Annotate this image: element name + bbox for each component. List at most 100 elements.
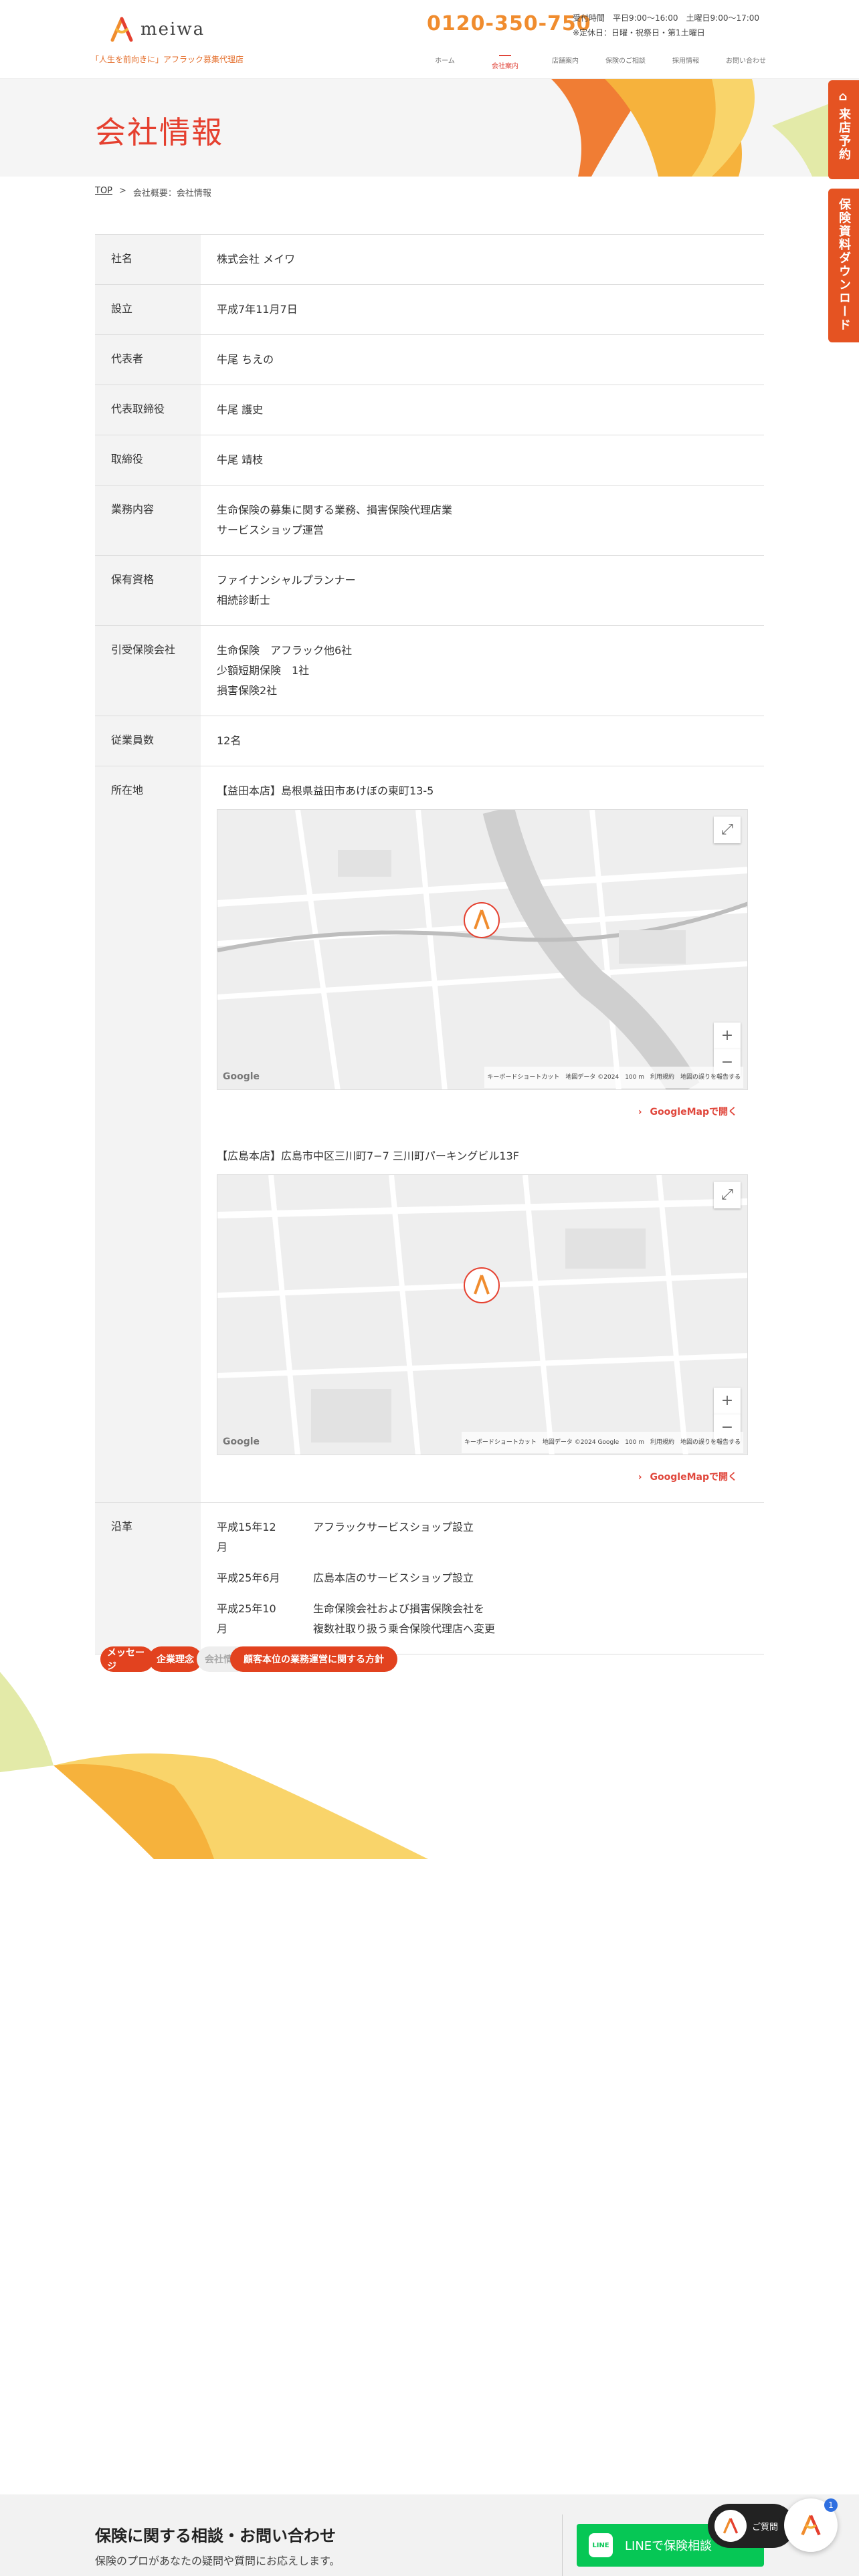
row-value-line: 損害保険2社 (217, 684, 278, 697)
table-row: 取締役 牛尾 靖枝 (95, 435, 764, 486)
row-value-line: 牛尾 靖枝 (217, 453, 264, 466)
row-value: 生命保険 アフラック他6社 少額短期保険 1社 損害保険2社 (201, 626, 764, 716)
row-value-line: 12名 (217, 734, 242, 747)
philosophy-button[interactable]: 企業理念 (149, 1646, 202, 1672)
zoom-in-icon[interactable]: + (714, 1388, 741, 1414)
logo-text: meiwa (140, 19, 205, 39)
history-item: 平成25年6月 広島本店のサービスショップ設立 (217, 1568, 748, 1588)
fullscreen-icon[interactable]: ⤢ (714, 1182, 741, 1208)
line-button-label: LINEで保険相談 (625, 2539, 712, 2553)
googlemap-link[interactable]: GoogleMapで開く (217, 1102, 737, 1122)
nav-recruit[interactable]: 採用情報 (656, 52, 716, 70)
row-label: 取締役 (95, 435, 201, 486)
table-row: 従業員数 12名 (95, 716, 764, 766)
nav-contact[interactable]: お問い合わせ (716, 52, 776, 70)
logo-mark-icon (107, 16, 136, 43)
page-hero: 会社情報 (0, 79, 859, 177)
history-text: 生命保険会社および損害保険会社を 複数社取り扱う乗合保険代理店へ変更 (313, 1599, 495, 1639)
line-icon: LINE (589, 2533, 613, 2557)
history-item: 平成15年12月 アフラックサービスショップ設立 (217, 1517, 748, 1558)
row-value-line: 生命保険 アフラック他6社 (217, 644, 353, 657)
row-value: 生命保険の募集に関する業務、損害保険代理店業 サービスショップ運営 (201, 486, 764, 556)
page-buttons: メッセージ 企業理念 会社情報 顧客本位の業務運営に関する方針 (100, 1646, 397, 1672)
row-label: 従業員数 (95, 716, 201, 766)
nav-consult[interactable]: 保険のご相談 (595, 52, 656, 70)
map-hiroshima[interactable]: ⤢ + − Google キーボードショートカット 地図データ ©2024 Go… (217, 1174, 748, 1455)
map-footer: キーボードショートカット 地図データ ©2024 Google 100 m 利用… (461, 1432, 743, 1453)
table-row: 保有資格 ファイナンシャルプランナー 相続診断士 (95, 555, 764, 626)
chat-logo-icon (801, 2514, 821, 2536)
hero-decoration (551, 79, 859, 177)
map-graphic (217, 1175, 747, 1455)
row-value-line: 少額短期保険 1社 (217, 664, 310, 677)
googlemap-link[interactable]: GoogleMapで開く (217, 1467, 737, 1487)
table-row: 代表者 牛尾 ちえの (95, 334, 764, 385)
nav-company[interactable]: 会社案内 (475, 52, 535, 70)
history-date: 平成25年6月 (217, 1572, 280, 1584)
nav-home[interactable]: ホーム (415, 52, 475, 70)
breadcrumb-top-link[interactable]: TOP (95, 186, 112, 199)
chat-prompt[interactable]: ご質問 (708, 2504, 795, 2548)
table-row: 代表取締役 牛尾 護史 (95, 385, 764, 435)
history-date: 平成15年12月 (217, 1521, 276, 1553)
customer-policy-button[interactable]: 顧客本位の業務運営に関する方針 (230, 1646, 397, 1672)
row-value: 12名 (201, 716, 764, 766)
home-icon: ⌂ (838, 90, 849, 104)
row-value-line: 牛尾 護史 (217, 403, 264, 416)
logo[interactable]: meiwa (107, 16, 205, 43)
chat-avatar-icon (714, 2510, 747, 2542)
visit-reservation-tab[interactable]: ⌂ 来店予約 (828, 80, 859, 179)
row-value-line: サービスショップ運営 (217, 524, 324, 536)
row-value-line: 生命保険の募集に関する業務、損害保険代理店業 (217, 504, 453, 516)
row-value: 平成7年11月7日 (201, 285, 764, 335)
company-info-table: 社名 株式会社 メイワ 設立 平成7年11月7日 代表者 牛尾 ちえの代表取締役 牛尾 護史… (95, 234, 764, 1654)
history-text: アフラックサービスショップ設立 (313, 1517, 474, 1558)
row-value: 平成15年12月 アフラックサービスショップ設立平成25年6月 広島本店のサービスシ… (201, 1503, 764, 1654)
address-title: 【広島本店】広島市中区三川町7−7 三川町パーキングビル13F (217, 1150, 519, 1162)
visit-reservation-label: 来店予約 (837, 108, 851, 161)
row-label: 業務内容 (95, 485, 201, 556)
row-label: 代表取締役 (95, 385, 201, 435)
page-title: 会社情報 (95, 114, 223, 150)
table-row: 社名 株式会社 メイワ (95, 234, 764, 285)
message-button[interactable]: メッセージ (100, 1646, 154, 1672)
row-value: 牛尾 靖枝 (201, 435, 764, 486)
breadcrumb-current: 会社概要：会社情報 (132, 189, 211, 199)
phone-number[interactable]: 0120-350-750 (427, 12, 591, 35)
map-masuda[interactable]: ⤢ + − Google キーボードショートカット 地図データ ©2024 10… (217, 809, 748, 1090)
history-line: 生命保険会社および損害保険会社を (313, 1602, 485, 1615)
business-hours: 受付時間 平日9:00～16:00 土曜日9:00～17:00 ※定休日：日曜・… (573, 11, 759, 40)
chat-badge: 1 (824, 2498, 838, 2512)
contact-subtitle: 保険のプロがあなたの疑問や質問にお応えします。 (95, 2555, 341, 2567)
row-value-line: ファイナンシャルプランナー (217, 574, 356, 586)
map-graphic (217, 810, 747, 1089)
row-label: 引受保険会社 (95, 625, 201, 716)
row-value: 牛尾 ちえの (201, 335, 764, 385)
nav-shops[interactable]: 店舗案内 (535, 52, 595, 70)
row-value-line: 牛尾 ちえの (217, 353, 274, 366)
tagline: 「人生を前向きに」アフラック募集代理店 (91, 55, 244, 64)
download-tab[interactable]: 保険資料ダウンロード (828, 189, 859, 342)
breadcrumb: TOP > 会社概要：会社情報 (95, 186, 211, 199)
history-line: 複数社取り扱う乗合保険代理店へ変更 (313, 1622, 496, 1635)
row-value-line: 相続診断士 (217, 594, 271, 607)
history-item: 平成25年10月 生命保険会社および損害保険会社を 複数社取り扱う乗合保険代理店へ変… (217, 1599, 748, 1639)
row-value: ファイナンシャルプランナー 相続診断士 (201, 556, 764, 626)
row-value: 牛尾 護史 (201, 385, 764, 435)
google-logo: Google (223, 1071, 260, 1082)
zoom-in-icon[interactable]: + (714, 1023, 741, 1049)
hours-line: 受付時間 平日9:00～16:00 土曜日9:00～17:00 (573, 13, 760, 23)
divider (562, 2514, 563, 2576)
table-row: 業務内容 生命保険の募集に関する業務、損害保険代理店業 サービスショップ運営 (95, 485, 764, 556)
fullscreen-icon[interactable]: ⤢ (714, 817, 741, 843)
table-row: 設立 平成7年11月7日 (95, 284, 764, 335)
row-value: 【益田本店】島根県益田市あけぼの東町13-5 ⤢ + − Google キーボー… (201, 766, 764, 1503)
google-logo: Google (223, 1436, 260, 1447)
row-value-line: 株式会社 メイワ (217, 253, 296, 265)
breadcrumb-separator: > (119, 186, 126, 196)
row-label: 代表者 (95, 334, 201, 385)
table-row: 引受保険会社 生命保険 アフラック他6社 少額短期保険 1社 損害保険2社 (95, 625, 764, 716)
contact-title: 保険に関する相談・お問い合わせ (95, 2527, 336, 2545)
holiday-line: ※定休日：日曜・祝祭日・第1土曜日 (573, 28, 705, 37)
site-header: meiwa 「人生を前向きに」アフラック募集代理店 0120-350-750 受… (0, 0, 859, 79)
